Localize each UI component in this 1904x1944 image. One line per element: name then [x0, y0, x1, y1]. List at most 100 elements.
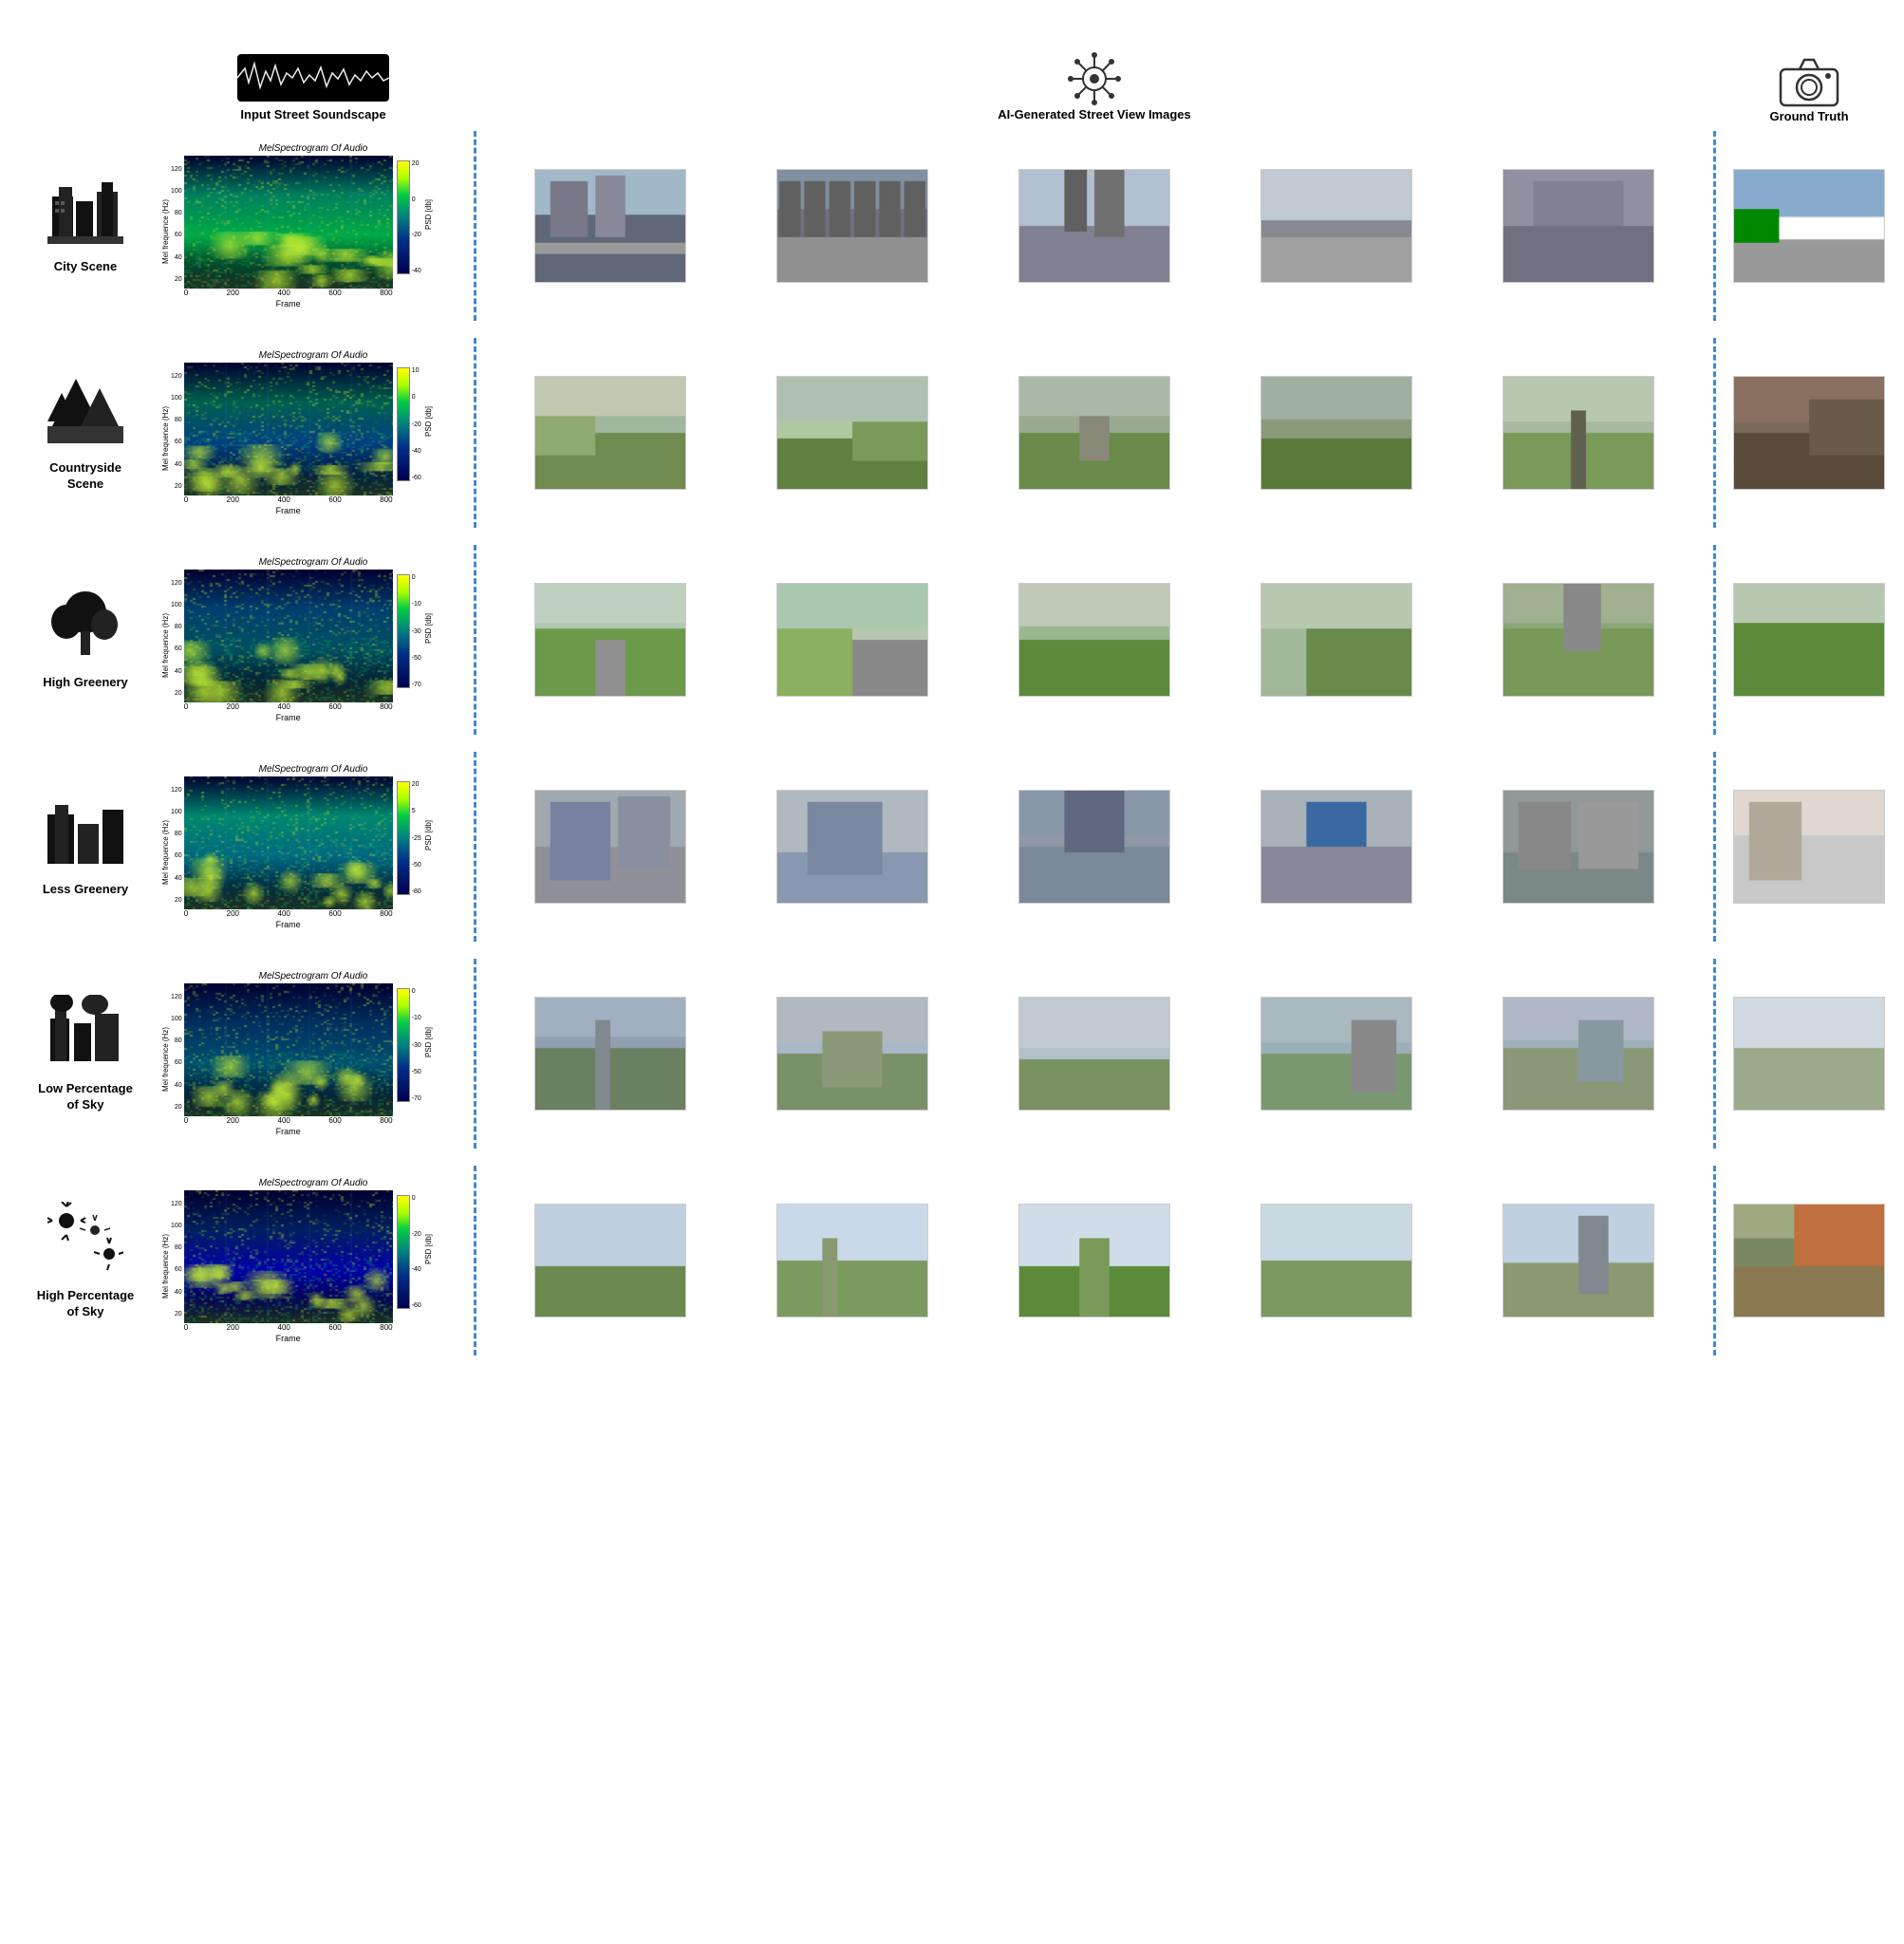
gt-canvas-high-greenery	[1734, 584, 1884, 696]
scene-img-low-sky-0	[534, 997, 686, 1111]
y-axis-label-countryside: Mel frequence (Hz)	[161, 406, 170, 471]
colorbar-less-greenery: 205-25-50-80PSD [db]	[397, 776, 433, 909]
spectrogram-title-less-greenery: MelSpectrogram Of Audio	[161, 764, 465, 775]
scene-canvas-less-greenery-0	[535, 791, 685, 903]
y-axis-countryside: Mel frequence (Hz)12010080604020	[161, 363, 184, 515]
main-container: Input Street Soundscape	[0, 0, 1904, 1382]
row-label-countryside: CountrysideScene	[9, 370, 161, 496]
colorbar-bar-high-greenery	[397, 574, 410, 688]
scene-canvas-city-1	[777, 170, 927, 282]
scene-canvas-high-greenery-2	[1019, 584, 1169, 696]
header-gt-col: Ground Truth	[1724, 52, 1895, 123]
divider-2-city	[1705, 131, 1724, 321]
gt-img-countryside	[1733, 376, 1885, 490]
row-label-low-sky: Low Percentageof Sky	[9, 991, 161, 1117]
data-row-low-sky: Low Percentageof Sky MelSpectrogram Of Au…	[9, 959, 1895, 1149]
row-icon-less-greenery	[47, 795, 123, 876]
psd-label-less-greenery: PSD [db]	[424, 820, 433, 850]
y-axis-label-city: Mel frequence (Hz)	[161, 199, 170, 264]
colorbar-with-label-high-sky: 0-20-40-60PSD [db]	[397, 1190, 433, 1309]
row-label-text-countryside: CountrysideScene	[49, 460, 121, 493]
spectrogram-canvas-low-sky	[184, 983, 393, 1116]
spectrogram-col-low-sky: MelSpectrogram Of AudioMel frequence (Hz…	[161, 971, 465, 1136]
divider-2-low-sky	[1705, 959, 1724, 1149]
data-row-countryside: CountrysideSceneMelSpectrogram Of AudioM…	[9, 338, 1895, 528]
scene-img-low-sky-4	[1503, 997, 1654, 1111]
gt-col-city	[1724, 169, 1895, 283]
psd-label-countryside: PSD [db]	[424, 406, 433, 437]
scene-img-countryside-2	[1018, 376, 1170, 490]
divider-2-less-greenery	[1705, 752, 1724, 942]
scene-img-city-1	[776, 169, 928, 283]
scene-canvas-less-greenery-2	[1019, 791, 1169, 903]
colorbar-with-label-high-greenery: 0-10-30-50-70PSD [db]	[397, 570, 433, 688]
colorbar-tick-labels-countryside: 100-20-40-60	[412, 367, 421, 481]
divider-1-countryside	[465, 338, 484, 528]
scene-img-less-greenery-0	[534, 790, 686, 904]
row-icon-city	[47, 178, 123, 253]
header-ai-col: AI-Generated Street View Images	[494, 50, 1695, 123]
divider-2-high-sky	[1705, 1166, 1724, 1355]
row-label-text-low-sky: Low Percentageof Sky	[38, 1081, 133, 1113]
y-ticks-city: 12010080604020	[171, 166, 182, 299]
scene-img-less-greenery-2	[1018, 790, 1170, 904]
spectrogram-canvas-countryside	[184, 363, 393, 495]
gt-img-less-greenery	[1733, 790, 1885, 904]
spectrogram-wrapper-city: Mel frequence (Hz)1201008060402002004006…	[161, 156, 465, 308]
scene-canvas-city-3	[1261, 170, 1411, 282]
gt-img-high-greenery	[1733, 583, 1885, 697]
scene-img-less-greenery-1	[776, 790, 928, 904]
scene-canvas-countryside-4	[1503, 377, 1653, 489]
y-axis-label-high-greenery: Mel frequence (Hz)	[161, 613, 170, 678]
spectrogram-title-countryside: MelSpectrogram Of Audio	[161, 350, 465, 361]
y-axis-high-greenery: Mel frequence (Hz)12010080604020	[161, 570, 184, 722]
x-axis-countryside: 0200400600800Frame	[184, 495, 393, 515]
scene-img-high-sky-3	[1260, 1204, 1412, 1318]
y-ticks-less-greenery: 12010080604020	[171, 787, 182, 920]
scene-canvas-city-2	[1019, 170, 1169, 282]
y-ticks-low-sky: 12010080604020	[171, 994, 182, 1127]
psd-label-low-sky: PSD [db]	[424, 1027, 433, 1057]
row-icon-high-greenery	[47, 589, 123, 669]
colorbar-bar-low-sky	[397, 988, 410, 1102]
colorbar-tick-labels-low-sky: 0-10-30-50-70	[412, 988, 421, 1102]
spectrogram-title-high-greenery: MelSpectrogram Of Audio	[161, 557, 465, 568]
x-ticks-less-greenery: 0200400600800	[184, 909, 393, 918]
colorbar-with-label-countryside: 100-20-40-60PSD [db]	[397, 363, 433, 481]
psd-label-high-sky: PSD [db]	[424, 1234, 433, 1264]
spectrogram-canvas-high-greenery	[184, 570, 393, 702]
scene-img-city-3	[1260, 169, 1412, 283]
scene-img-high-sky-2	[1018, 1204, 1170, 1318]
gt-col-countryside	[1724, 376, 1895, 490]
divider-2-countryside	[1705, 338, 1724, 528]
spectrogram-col-high-greenery: MelSpectrogram Of Audio Mel frequence (Hz…	[161, 557, 465, 722]
y-axis-label-low-sky: Mel frequence (Hz)	[161, 1027, 170, 1092]
spectrogram-wrapper-high-sky: Mel frequence (Hz)1201008060402002004006…	[161, 1190, 465, 1343]
y-ticks-high-greenery: 12010080604020	[171, 580, 182, 713]
divider-1-low-sky	[465, 959, 484, 1149]
row-icon-high-sky	[47, 1202, 123, 1282]
spectrogram-col-city: MelSpectrogram Of AudioMel frequence (Hz…	[161, 143, 465, 308]
colorbar-tick-labels-city: 200-20-40	[412, 160, 421, 274]
row-label-high-sky: High Percentageof Sky	[9, 1198, 161, 1324]
colorbar-city: 200-20-40PSD [db]	[397, 156, 433, 289]
images-col-high-sky	[484, 1204, 1705, 1318]
gt-canvas-city	[1734, 170, 1884, 282]
spectrogram-canvas-less-greenery	[184, 776, 393, 909]
colorbar-bar-countryside	[397, 367, 410, 481]
scene-canvas-low-sky-1	[777, 998, 927, 1110]
colorbar-countryside: 100-20-40-60PSD [db]	[397, 363, 433, 495]
row-label-city: City Scene	[9, 174, 161, 279]
x-axis-label-countryside: Frame	[276, 506, 301, 515]
scene-img-high-greenery-3	[1260, 583, 1412, 697]
gt-canvas-less-greenery	[1734, 791, 1884, 903]
row-label-text-high-sky: High Percentageof Sky	[37, 1288, 135, 1320]
gt-col-less-greenery	[1724, 790, 1895, 904]
spectrogram-title-high-sky: MelSpectrogram Of Audio	[161, 1178, 465, 1188]
y-axis-label-less-greenery: Mel frequence (Hz)	[161, 820, 170, 885]
spectrogram-col-countryside: MelSpectrogram Of Audio Mel frequence (Hz…	[161, 350, 465, 515]
divider-1-high-sky	[465, 1166, 484, 1355]
scene-img-countryside-0	[534, 376, 686, 490]
spectrogram-wrapper-less-greenery: Mel frequence (Hz)1201008060402002004006…	[161, 776, 465, 929]
canvas-wrap-city: 0200400600800Frame	[184, 156, 393, 308]
